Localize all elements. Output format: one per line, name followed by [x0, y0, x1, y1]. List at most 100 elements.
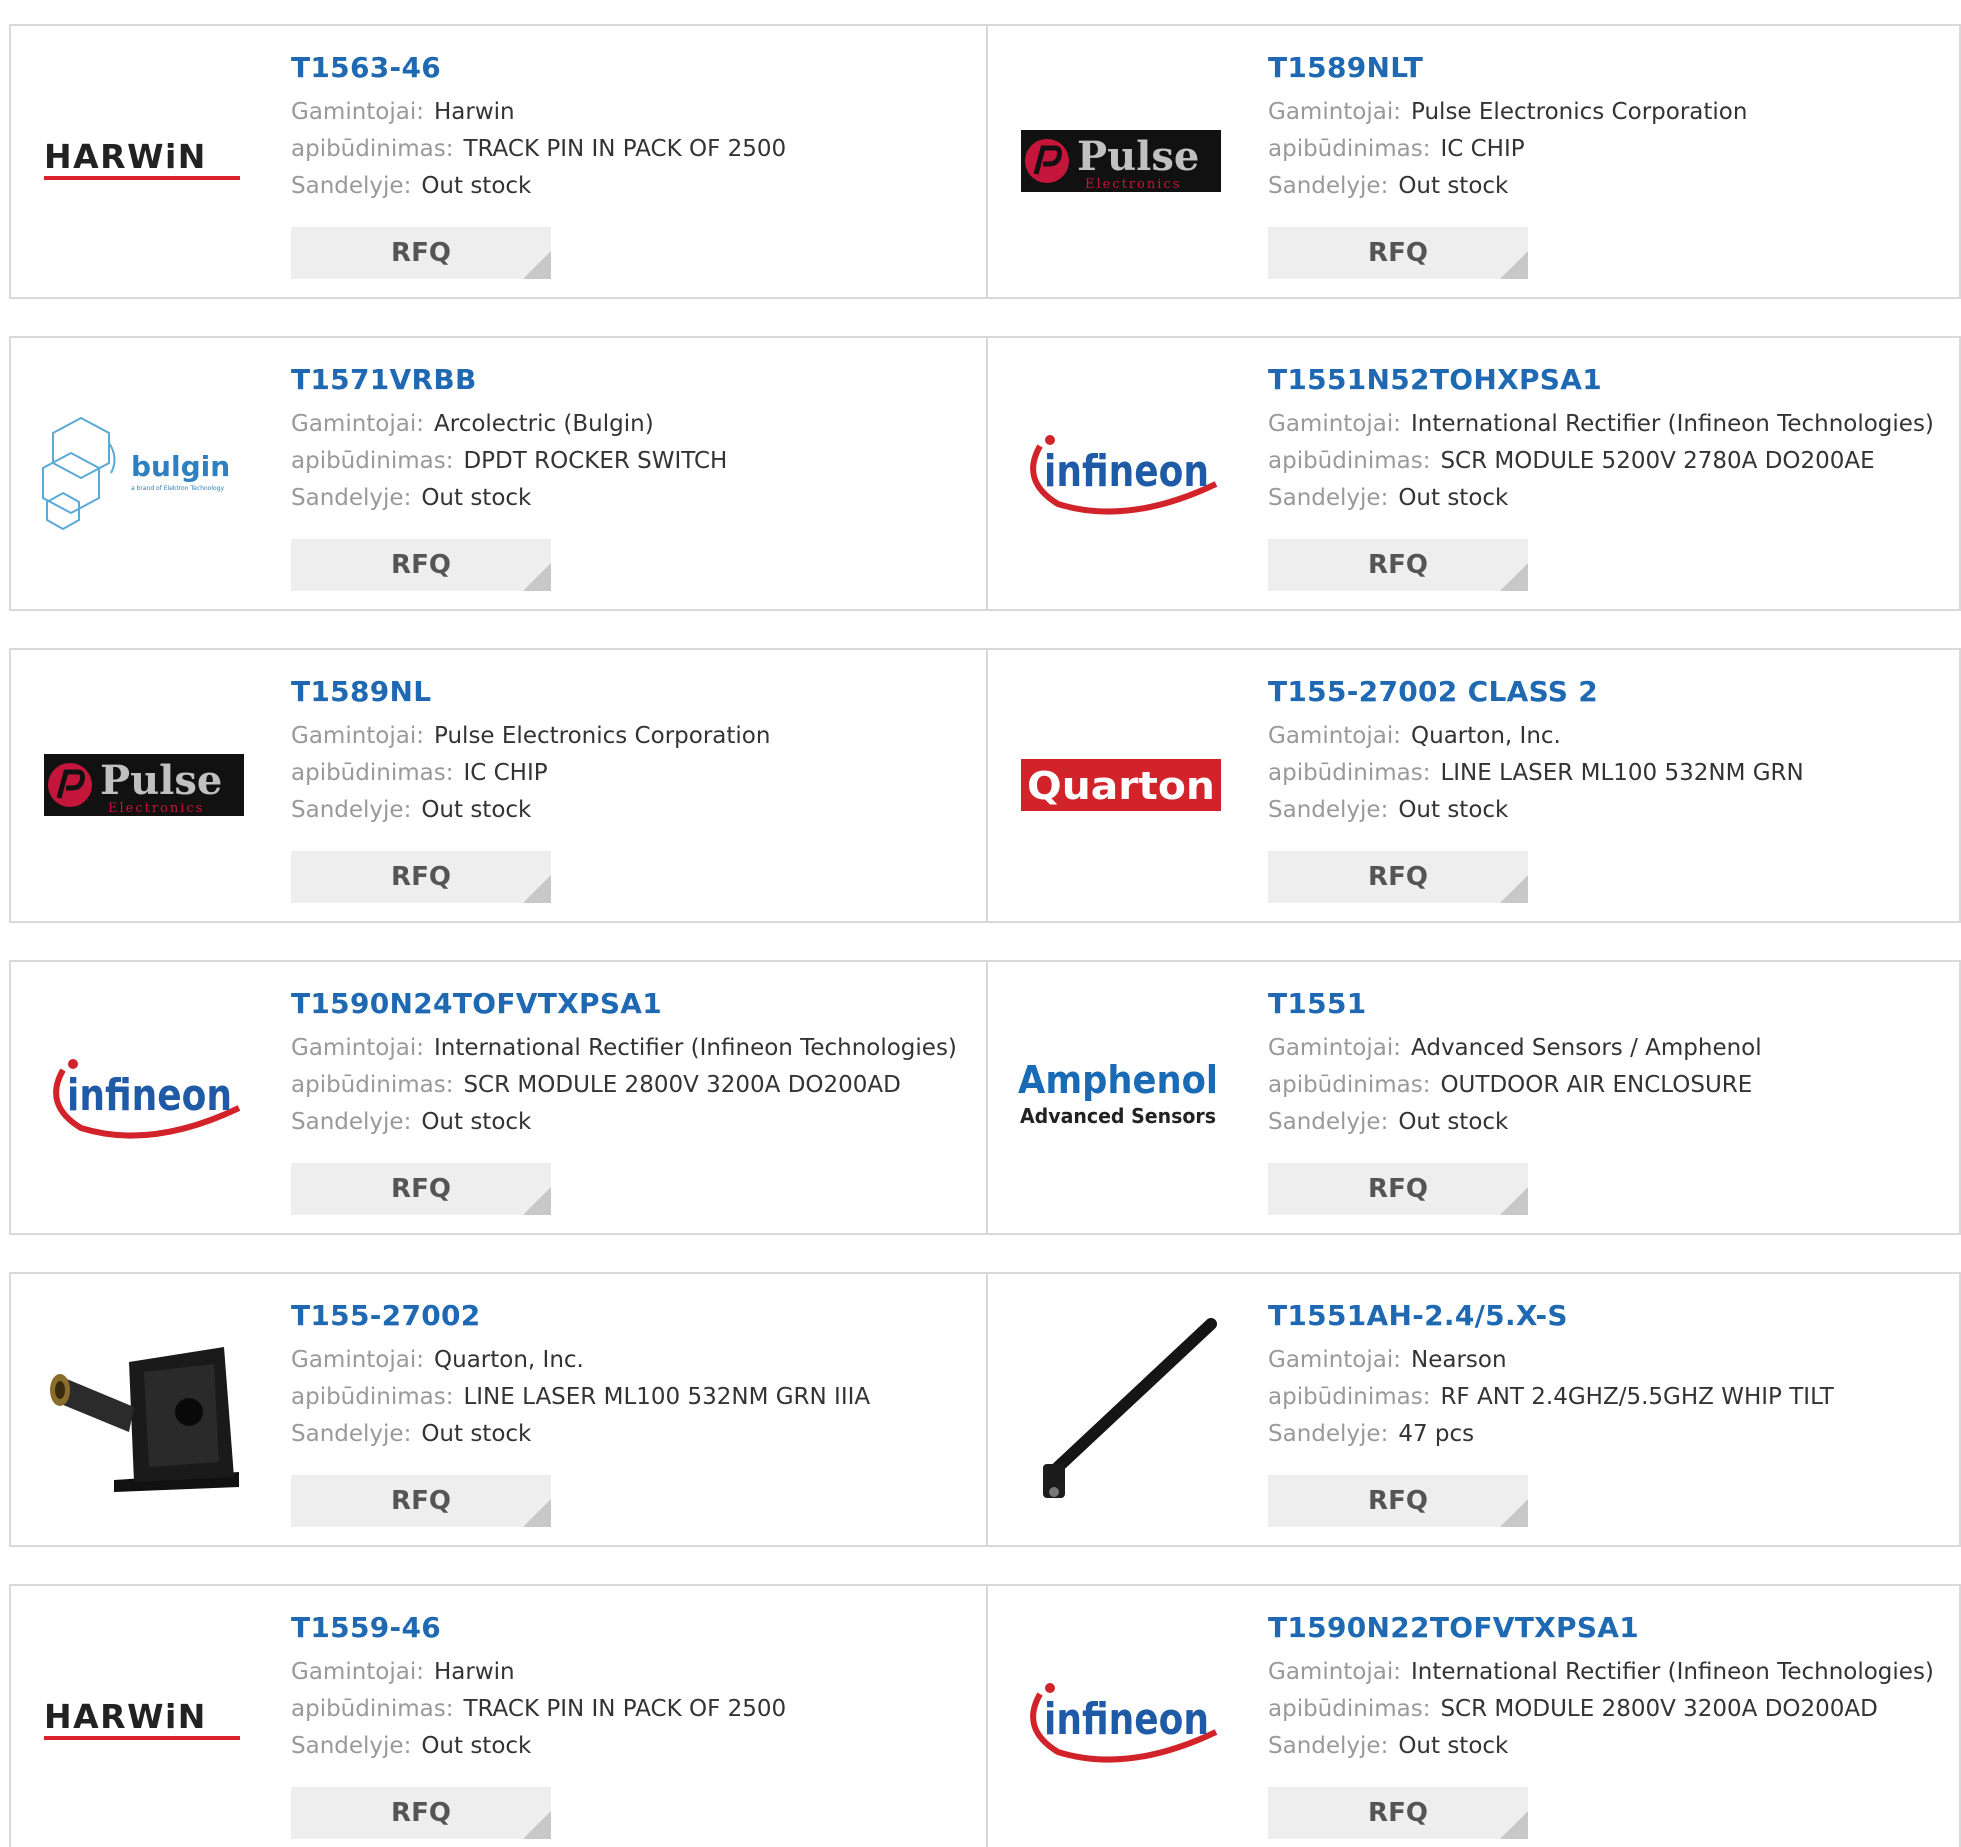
svg-text:HARWiN: HARWiN — [44, 1697, 207, 1736]
manufacturer-value: Pulse Electronics Corporation — [1411, 99, 1748, 125]
manufacturer-logo[interactable]: Quarton — [1018, 690, 1223, 880]
description-line: apibūdinimas: LINE LASER ML100 532NM GRN — [1268, 755, 1953, 792]
stock-value: Out stock — [1398, 1733, 1509, 1759]
description-value: TRACK PIN IN PACK OF 2500 — [463, 136, 787, 162]
product-card: Pulse Electronics T1589NLT Gamintojai: Pulse… — [988, 26, 1961, 297]
manufacturer-logo[interactable]: infineon — [1018, 1626, 1223, 1816]
corner-triangle-icon — [1500, 563, 1528, 591]
svg-text:Pulse: Pulse — [1077, 133, 1199, 180]
svg-text:infineon: infineon — [1044, 446, 1209, 497]
part-number-link[interactable]: T1590N24TOFVTXPSA1 — [291, 984, 976, 1024]
description-label: apibūdinimas: — [291, 1072, 454, 1098]
corner-triangle-icon — [523, 875, 551, 903]
corner-triangle-icon — [523, 251, 551, 279]
rfq-button[interactable]: RFQ — [1268, 1163, 1528, 1215]
stock-label: Sandelyje: — [291, 173, 412, 199]
manufacturer-line: Gamintojai: International Rectifier (Infi… — [1268, 1654, 1953, 1691]
pulse-logo-icon: PulseElectronics — [43, 754, 244, 816]
stock-line: Sandelyje: Out stock — [1268, 1728, 1953, 1765]
product-card: T1551AH-2.4/5.X-S Gamintojai: Nearson apibū… — [988, 1274, 1961, 1545]
stock-value: Out stock — [1398, 485, 1509, 511]
rfq-button[interactable]: RFQ — [291, 227, 551, 279]
product-info: T1551AH-2.4/5.X-S Gamintojai: Nearson apibū… — [1268, 1296, 1953, 1453]
product-row: bulgin a brand of Elektron Technology T157… — [9, 336, 1961, 611]
harwin-logo-icon: HARWiN — [43, 137, 240, 180]
rfq-label: RFQ — [391, 1798, 451, 1828]
manufacturer-line: Gamintojai: Arcolectric (Bulgin) — [291, 406, 976, 443]
part-number-link[interactable]: T1551AH-2.4/5.X-S — [1268, 1296, 1953, 1336]
infineon-logo-icon: infineon — [1030, 434, 1218, 514]
part-number-link[interactable]: T1571VRBB — [291, 360, 976, 400]
manufacturer-logo[interactable]: Pulse Electronics — [1018, 66, 1223, 256]
svg-text:Electronics: Electronics — [1085, 177, 1181, 192]
stock-label: Sandelyje: — [1268, 797, 1389, 823]
manufacturer-line: Gamintojai: Quarton, Inc. — [1268, 718, 1953, 755]
corner-triangle-icon — [1500, 1499, 1528, 1527]
part-number-link[interactable]: T155-27002 — [291, 1296, 976, 1336]
manufacturer-line: Gamintojai: Harwin — [291, 94, 976, 131]
svg-text:Advanced Sensors: Advanced Sensors — [1020, 1104, 1216, 1128]
product-card: Amphenol Advanced Sensors T1551 Gamintojai:… — [988, 962, 1961, 1233]
part-number-link[interactable]: T1589NL — [291, 672, 976, 712]
manufacturer-logo[interactable]: infineon — [1018, 378, 1223, 568]
manufacturer-logo[interactable] — [1018, 1314, 1223, 1504]
rfq-button[interactable]: RFQ — [1268, 851, 1528, 903]
manufacturer-value: International Rectifier (Infineon Techno… — [1411, 411, 1934, 437]
rfq-button[interactable]: RFQ — [1268, 539, 1528, 591]
product-info: T1571VRBB Gamintojai: Arcolectric (Bulgin)… — [291, 360, 976, 517]
part-number-link[interactable]: T1559-46 — [291, 1608, 976, 1648]
manufacturer-line: Gamintojai: Nearson — [1268, 1342, 1953, 1379]
product-info: T1551N52TOHXPSA1 Gamintojai: International… — [1268, 360, 1953, 517]
product-row: Pulse Electronics T1589NL Gamintojai: Pulse … — [9, 648, 1961, 923]
part-number-link[interactable]: T1551N52TOHXPSA1 — [1268, 360, 1953, 400]
product-card: infineon T1590N24TOFVTXPSA1 Gamintojai: Int… — [11, 962, 988, 1233]
rfq-button[interactable]: RFQ — [1268, 227, 1528, 279]
stock-value: Out stock — [1398, 173, 1509, 199]
rfq-button[interactable]: RFQ — [291, 1787, 551, 1839]
stock-value: Out stock — [421, 1733, 532, 1759]
part-number-link[interactable]: T1589NLT — [1268, 48, 1953, 88]
stock-value: Out stock — [421, 1109, 532, 1135]
part-number-link[interactable]: T1551 — [1268, 984, 1953, 1024]
svg-text:infineon: infineon — [67, 1070, 232, 1121]
part-number-link[interactable]: T1563-46 — [291, 48, 976, 88]
description-value: OUTDOOR AIR ENCLOSURE — [1440, 1072, 1753, 1098]
svg-text:Electronics: Electronics — [108, 801, 204, 816]
description-value: SCR MODULE 2800V 3200A DO200AD — [463, 1072, 901, 1098]
manufacturer-label: Gamintojai: — [1268, 99, 1402, 125]
manufacturer-logo[interactable]: HARWiN — [41, 66, 246, 256]
stock-line: Sandelyje: Out stock — [1268, 480, 1953, 517]
stock-label: Sandelyje: — [1268, 173, 1389, 199]
rfq-label: RFQ — [1368, 1798, 1428, 1828]
part-number-link[interactable]: T1590N22TOFVTXPSA1 — [1268, 1608, 1953, 1648]
rfq-button[interactable]: RFQ — [291, 1475, 551, 1527]
manufacturer-logo[interactable]: Amphenol Advanced Sensors — [1018, 1002, 1223, 1192]
svg-text:Amphenol: Amphenol — [1018, 1058, 1218, 1102]
manufacturer-logo[interactable]: Pulse Electronics — [41, 690, 246, 880]
corner-triangle-icon — [1500, 875, 1528, 903]
stock-line: Sandelyje: Out stock — [291, 1416, 976, 1453]
stock-label: Sandelyje: — [1268, 1733, 1389, 1759]
svg-text:HARWiN: HARWiN — [44, 137, 207, 176]
rfq-button[interactable]: RFQ — [1268, 1475, 1528, 1527]
description-value: SCR MODULE 2800V 3200A DO200AD — [1440, 1696, 1878, 1722]
manufacturer-logo[interactable]: bulgin a brand of Elektron Technology — [41, 378, 246, 568]
manufacturer-logo[interactable]: HARWiN — [41, 1626, 246, 1816]
rfq-button[interactable]: RFQ — [291, 539, 551, 591]
rfq-label: RFQ — [1368, 1174, 1428, 1204]
rfq-button[interactable]: RFQ — [291, 851, 551, 903]
rfq-button[interactable]: RFQ — [291, 1163, 551, 1215]
rfq-button[interactable]: RFQ — [1268, 1787, 1528, 1839]
stock-line: Sandelyje: Out stock — [291, 792, 976, 829]
stock-label: Sandelyje: — [1268, 1109, 1389, 1135]
product-info: T155-27002 Gamintojai: Quarton, Inc. apibūd… — [291, 1296, 976, 1453]
part-number-link[interactable]: T155-27002 CLASS 2 — [1268, 672, 1953, 712]
description-line: apibūdinimas: LINE LASER ML100 532NM GRN … — [291, 1379, 976, 1416]
stock-value: Out stock — [421, 1421, 532, 1447]
manufacturer-label: Gamintojai: — [1268, 1035, 1402, 1061]
stock-line: Sandelyje: Out stock — [291, 168, 976, 205]
description-value: SCR MODULE 5200V 2780A DO200AE — [1440, 448, 1875, 474]
laser-module-photo-icon — [49, 1346, 239, 1492]
manufacturer-logo[interactable] — [41, 1314, 246, 1504]
manufacturer-logo[interactable]: infineon — [41, 1002, 246, 1192]
